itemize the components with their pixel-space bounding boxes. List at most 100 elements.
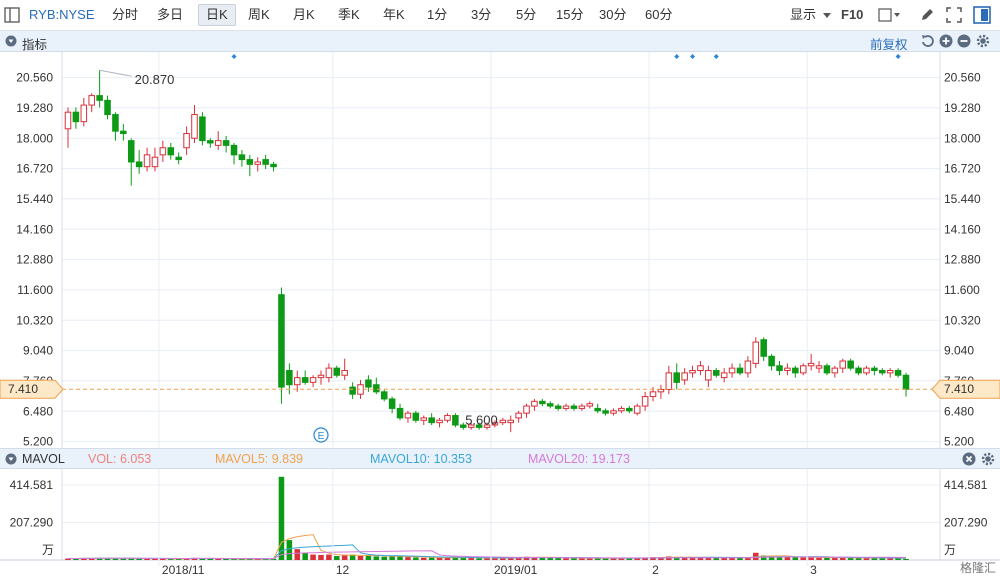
period-tab[interactable]: 3分 — [464, 4, 498, 26]
period-tab[interactable]: 1分 — [420, 4, 454, 26]
candle-body — [214, 140, 222, 146]
candle-body — [199, 116, 206, 142]
price-axis-tick-left: 16.720 — [16, 162, 53, 176]
period-tab[interactable]: 60分 — [638, 4, 679, 26]
adjust-mode-button[interactable]: 前复权 — [870, 34, 908, 53]
volume-bar — [373, 556, 380, 560]
volume-bar — [484, 558, 490, 560]
rectangle-tool-icon[interactable] — [878, 8, 902, 22]
period-tab[interactable]: 日K — [198, 4, 236, 26]
candle-body — [191, 114, 198, 139]
candle-body — [799, 365, 807, 374]
high-price-annotation: 20.870 — [135, 72, 175, 87]
period-tab[interactable]: 15分 — [549, 4, 590, 26]
candle-body — [570, 405, 578, 409]
volume-title: MAVOL — [22, 452, 65, 466]
period-tab[interactable]: 30分 — [592, 4, 633, 26]
candle-body — [222, 140, 230, 146]
candle-body — [104, 99, 111, 116]
display-label: 显示 — [790, 7, 817, 22]
price-axis-tick-right: 18.000 — [944, 131, 981, 145]
period-tab[interactable]: 分时 — [105, 4, 145, 26]
volume-bar — [318, 554, 324, 560]
price-axis-tick-left: 12.880 — [16, 253, 53, 267]
symbol-label[interactable]: RYB:NYSE — [29, 7, 95, 22]
settings-icon[interactable] — [981, 452, 995, 466]
candle-body — [238, 154, 246, 161]
period-tab[interactable]: 季K — [331, 4, 367, 26]
reset-icon[interactable] — [921, 34, 935, 48]
period-tab[interactable]: 周K — [241, 4, 277, 26]
candle-body — [333, 367, 341, 376]
candle-body — [633, 405, 641, 414]
display-menu[interactable]: 显示 — [783, 4, 838, 26]
candle-body — [112, 114, 119, 132]
candle-body — [286, 370, 293, 386]
panel-layout-icon[interactable] — [973, 6, 991, 24]
volume-bar — [413, 557, 419, 560]
volume-bar — [294, 549, 301, 560]
collapse-icon[interactable] — [5, 35, 17, 47]
candle-body — [207, 140, 214, 144]
event-marker-icon — [231, 54, 237, 59]
zoom-in-icon[interactable] — [939, 34, 953, 48]
candle-body — [665, 372, 673, 390]
volume-bar — [832, 557, 838, 560]
price-axis-tick-right: 16.720 — [944, 162, 981, 176]
candle-body — [839, 360, 847, 369]
candle-body — [641, 396, 649, 407]
volume-bar — [334, 556, 340, 560]
mavol5-value: MAVOL5: 9.839 — [215, 452, 304, 466]
candle-body — [879, 370, 886, 374]
period-tab[interactable]: 多日 — [150, 4, 190, 26]
event-marker-icon — [690, 54, 696, 59]
volume-unit-left: 万 — [42, 543, 54, 557]
candle-body — [562, 405, 570, 409]
sidebar-toggle-icon[interactable] — [4, 7, 20, 23]
candle-body — [183, 133, 190, 149]
mavol20-value: MAVOL20: 19.173 — [528, 452, 630, 466]
price-axis-tick-right: 5.200 — [944, 435, 974, 448]
price-axis-tick-right: 9.040 — [944, 344, 974, 358]
price-axis-tick-right: 14.160 — [944, 222, 981, 236]
fullscreen-icon[interactable] — [946, 7, 962, 23]
period-tab[interactable]: 年K — [376, 4, 412, 26]
volume-bar — [555, 558, 561, 560]
candle-body — [720, 372, 728, 379]
candle-body — [278, 294, 285, 388]
volume-chart[interactable]: 414.581 414.581 207.290 207.290 万 万 2018/11 12 2… — [0, 469, 1000, 576]
candle-body — [254, 161, 262, 165]
candle-body — [902, 374, 910, 390]
collapse-icon[interactable] — [5, 453, 17, 465]
volume-axis-tick-left: 207.290 — [10, 516, 54, 530]
candle-body — [863, 367, 870, 374]
candle-body — [262, 159, 269, 165]
date-axis-label: 2018/11 — [162, 563, 205, 576]
candle-body — [618, 407, 625, 412]
period-tab[interactable]: 月K — [286, 4, 322, 26]
zoom-out-icon[interactable] — [957, 34, 971, 48]
price-axis-tick-left: 18.000 — [16, 131, 53, 145]
pen-tool-icon[interactable] — [919, 7, 935, 23]
f10-button[interactable]: F10 — [834, 4, 870, 26]
candle-body — [396, 407, 404, 419]
volume-bar — [420, 557, 427, 560]
candle-body — [776, 365, 783, 372]
price-chart[interactable]: 20.560 20.560 19.280 19.280 18.000 18.000 16.7… — [0, 52, 1000, 448]
candle-body — [88, 95, 95, 106]
volume-bar — [381, 556, 387, 560]
candle-body — [420, 417, 428, 421]
period-tab[interactable]: 5分 — [509, 4, 543, 26]
candle-body — [135, 161, 143, 168]
candle-body — [792, 367, 799, 374]
mavol10-value: MAVOL10: 10.353 — [370, 452, 472, 466]
candle-body — [325, 367, 333, 379]
price-axis-tick-left: 6.480 — [23, 404, 53, 418]
candle-body — [301, 377, 309, 383]
earnings-marker-label: E — [318, 431, 325, 442]
volume-bar — [563, 558, 569, 560]
settings-icon[interactable] — [976, 34, 990, 48]
volume-bar — [903, 558, 909, 560]
close-icon[interactable] — [962, 452, 976, 466]
candle-body — [515, 412, 522, 419]
